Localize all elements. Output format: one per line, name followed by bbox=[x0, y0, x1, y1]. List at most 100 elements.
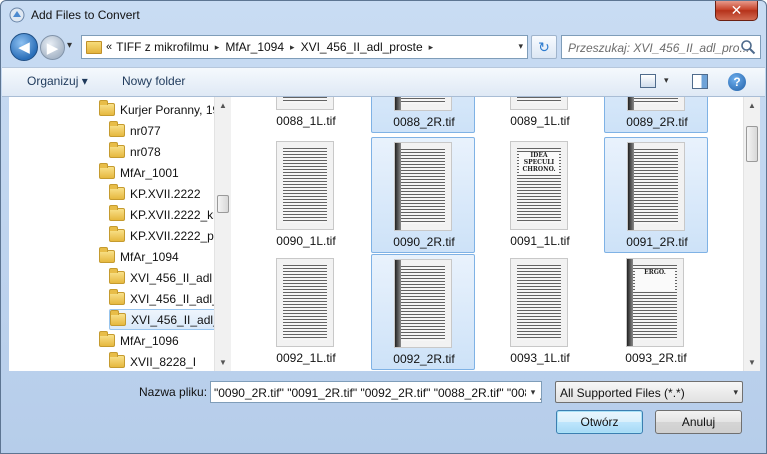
tree-item[interactable]: XVI_456_II_adl_k bbox=[109, 288, 229, 309]
folder-icon bbox=[99, 247, 115, 263]
breadcrumb-item[interactable]: TIFF z mikrofilmu bbox=[116, 40, 209, 54]
breadcrumb-overflow-icon[interactable]: « bbox=[106, 41, 112, 53]
file-tile[interactable]: 0092_2R.tif bbox=[371, 254, 475, 370]
navigation-pane: Kurjer Poranny, 19 nr077 nr078 MfAr_1001 KP.… bbox=[9, 97, 230, 371]
app-icon bbox=[9, 7, 25, 23]
filename-dropdown-icon[interactable]: ▾ bbox=[526, 383, 540, 401]
recent-locations-dropdown[interactable]: ▾ bbox=[67, 40, 72, 51]
search-icon[interactable] bbox=[740, 39, 756, 55]
file-tile[interactable]: ERGO. 0093_2R.tif bbox=[604, 254, 708, 370]
change-view-icon[interactable] bbox=[640, 74, 656, 88]
tree-item[interactable]: MfAr_1001 bbox=[99, 162, 229, 183]
file-tile[interactable]: 0092_1L.tif bbox=[254, 254, 358, 370]
preview-pane-icon[interactable] bbox=[692, 74, 708, 89]
file-tile[interactable]: 0089_2R.tif bbox=[604, 97, 708, 133]
refresh-button[interactable]: ↻ bbox=[531, 35, 557, 59]
tree-item[interactable]: nr077 bbox=[109, 120, 229, 141]
file-tile[interactable]: 0088_1L.tif bbox=[254, 97, 358, 133]
scroll-down-icon[interactable]: ▼ bbox=[744, 354, 760, 371]
folder-icon bbox=[99, 331, 115, 347]
file-thumbnail bbox=[394, 142, 452, 231]
close-button[interactable]: ✕ bbox=[715, 1, 758, 21]
filename-value: "0090_2R.tif" "0091_2R.tif" "0092_2R.tif… bbox=[214, 386, 542, 400]
back-button[interactable]: ◀ bbox=[10, 33, 38, 61]
tree-item-label: XVI_456_II_adl_p bbox=[131, 312, 227, 327]
new-folder-button[interactable]: Nowy folder bbox=[122, 74, 185, 88]
breadcrumb-item[interactable]: XVI_456_II_adl_proste bbox=[301, 40, 423, 54]
tree-item-label: KP.XVII.2222_pro bbox=[130, 228, 225, 243]
tree-item-label: XVII_8228_I bbox=[130, 354, 197, 369]
breadcrumb-separator-icon[interactable]: ▸ bbox=[215, 42, 220, 53]
file-tile[interactable]: IDEA SPECULI CHRONO. 0091_1L.tif bbox=[488, 137, 592, 253]
cancel-button[interactable]: Anuluj bbox=[655, 410, 742, 434]
window-title: Add Files to Convert bbox=[31, 8, 140, 22]
tree-item[interactable]: KP.XVII.2222_pro bbox=[109, 225, 229, 246]
forward-button[interactable]: ▶ bbox=[40, 35, 65, 60]
navigation-scrollbar[interactable]: ▲ ▼ bbox=[214, 97, 231, 371]
breadcrumb: « TIFF z mikrofilmu ▸ MfAr_1094 ▸ XVI_45… bbox=[106, 40, 439, 54]
folder-icon bbox=[109, 268, 125, 284]
tree-item[interactable]: KP.XVII.2222_krz bbox=[109, 204, 229, 225]
file-name-label: 0093_2R.tif bbox=[625, 351, 687, 365]
address-dropdown-icon[interactable]: ▾ bbox=[518, 41, 523, 52]
tree-item[interactable]: KP.XVII.2222 bbox=[109, 183, 229, 204]
scroll-down-icon[interactable]: ▼ bbox=[215, 354, 231, 371]
file-tile[interactable]: 0088_2R.tif bbox=[371, 97, 475, 133]
tree-item[interactable]: MfAr_1096 bbox=[99, 330, 229, 351]
scroll-up-icon[interactable]: ▲ bbox=[215, 97, 231, 114]
scrollbar-thumb[interactable] bbox=[746, 126, 758, 162]
folder-icon bbox=[99, 163, 115, 179]
file-list-scrollbar[interactable]: ▲ ▼ bbox=[743, 97, 760, 371]
folder-icon bbox=[109, 205, 125, 221]
tree-item[interactable]: XVI_456_II_adl_p bbox=[109, 309, 229, 330]
file-name-label: 0090_1L.tif bbox=[276, 234, 336, 248]
tree-item-label: MfAr_1001 bbox=[120, 165, 179, 180]
tree-item-label: Kurjer Poranny, 19 bbox=[120, 102, 220, 117]
filename-label: Nazwa pliku: bbox=[139, 385, 208, 399]
title-bar: Add Files to Convert ✕ bbox=[1, 1, 766, 31]
file-type-value: All Supported Files (*.*) bbox=[560, 386, 685, 400]
file-list: 0088_1L.tif 0088_2R.tif 0089_1L.tif 0089_2R… bbox=[231, 97, 743, 371]
help-icon[interactable]: ? bbox=[728, 73, 746, 91]
breadcrumb-separator-icon[interactable]: ▸ bbox=[290, 42, 295, 53]
file-name-label: 0091_1L.tif bbox=[510, 234, 570, 248]
folder-icon bbox=[109, 142, 125, 158]
tree-item-label: MfAr_1096 bbox=[120, 333, 179, 348]
file-name-label: 0088_2R.tif bbox=[393, 115, 455, 129]
file-name-label: 0089_1L.tif bbox=[510, 114, 570, 128]
scrollbar-thumb[interactable] bbox=[217, 195, 229, 213]
folder-icon bbox=[109, 184, 125, 200]
file-tile[interactable]: 0093_1L.tif bbox=[488, 254, 592, 370]
open-button[interactable]: Otwórz bbox=[556, 410, 643, 434]
navigation-bar: ◀ ▶ ▾ « TIFF z mikrofilmu ▸ MfAr_1094 ▸ … bbox=[7, 31, 761, 63]
tree-item[interactable]: XVII_8228_I bbox=[109, 351, 229, 371]
breadcrumb-item[interactable]: MfAr_1094 bbox=[225, 40, 284, 54]
search-input[interactable]: Przeszukaj: XVI_456_II_adl_pro... bbox=[561, 35, 761, 59]
file-tile[interactable]: 0091_2R.tif bbox=[604, 137, 708, 253]
tree-item[interactable]: nr078 bbox=[109, 141, 229, 162]
file-thumbnail: IDEA SPECULI CHRONO. bbox=[510, 141, 568, 230]
tree-item-label: XVI_456_II_adl_k bbox=[130, 291, 225, 306]
filename-field[interactable]: "0090_2R.tif" "0091_2R.tif" "0092_2R.tif… bbox=[210, 381, 542, 403]
view-options-dropdown[interactable]: ▾ bbox=[664, 75, 669, 86]
file-thumbnail bbox=[627, 97, 685, 111]
scroll-up-icon[interactable]: ▲ bbox=[744, 97, 760, 114]
organize-button[interactable]: Organizuj ▾ bbox=[27, 74, 88, 88]
tree-item[interactable]: Kurjer Poranny, 19 bbox=[99, 99, 229, 120]
command-toolbar: Organizuj ▾ Nowy folder ▾ ? bbox=[2, 67, 765, 97]
folder-icon bbox=[109, 289, 125, 305]
breadcrumb-separator-icon[interactable]: ▸ bbox=[429, 42, 434, 53]
file-tile[interactable]: 0089_1L.tif bbox=[488, 97, 592, 133]
file-thumbnail bbox=[510, 97, 568, 110]
folder-icon bbox=[109, 121, 125, 137]
tree-item[interactable]: XVI_456_II_adl bbox=[109, 267, 229, 288]
file-thumbnail bbox=[276, 258, 334, 347]
file-thumbnail: ERGO. bbox=[626, 258, 684, 347]
folder-icon bbox=[99, 100, 115, 116]
file-tile[interactable]: 0090_1L.tif bbox=[254, 137, 358, 253]
address-bar[interactable]: « TIFF z mikrofilmu ▸ MfAr_1094 ▸ XVI_45… bbox=[81, 35, 528, 59]
tree-item-label: nr078 bbox=[130, 144, 161, 159]
file-tile[interactable]: 0090_2R.tif bbox=[371, 137, 475, 253]
file-type-select[interactable]: All Supported Files (*.*) ▾ bbox=[555, 381, 743, 403]
tree-item[interactable]: MfAr_1094 bbox=[99, 246, 229, 267]
